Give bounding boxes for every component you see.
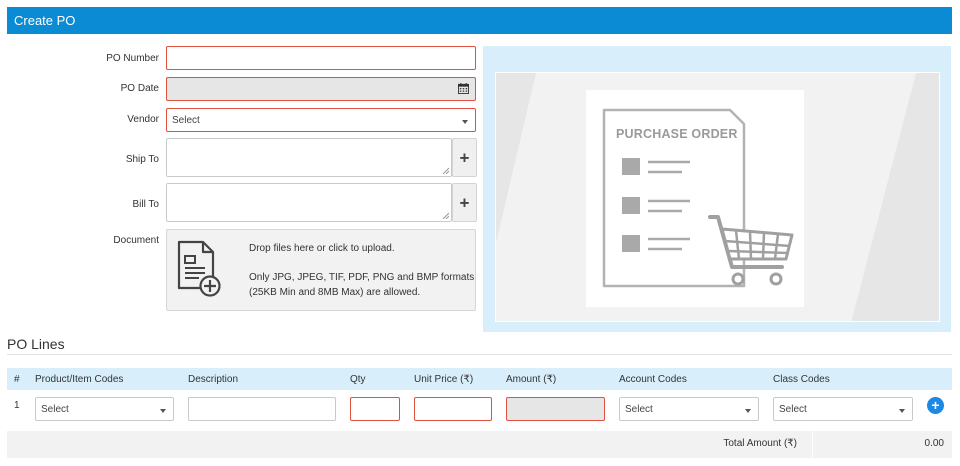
po-date-label: PO Date <box>120 83 159 94</box>
po-date-input[interactable] <box>166 77 476 101</box>
qty-input[interactable] <box>350 397 400 421</box>
account-code-select[interactable]: Select <box>619 397 759 421</box>
add-line-button[interactable]: + <box>927 397 944 414</box>
total-amount-value: 0.00 <box>924 438 944 449</box>
bill-to-label: Bill To <box>132 199 160 210</box>
po-preview-panel: PURCHASE ORDER <box>483 46 951 332</box>
chevron-down-icon <box>899 409 905 413</box>
add-bill-to-button[interactable]: + <box>452 183 477 222</box>
plus-icon: + <box>459 193 470 212</box>
column-header-amount: Amount (₹) <box>506 374 557 385</box>
upload-instruction: Drop files here or click to upload. <box>249 243 395 254</box>
column-header-unit-price: Unit Price (₹) <box>414 374 474 385</box>
calendar-icon[interactable] <box>458 83 469 94</box>
document-label: Document <box>113 235 159 246</box>
bill-to-textarea[interactable] <box>166 183 452 222</box>
upload-size-limits: (25KB Min and 8MB Max) are allowed. <box>249 287 421 298</box>
ship-to-label: Ship To <box>125 154 159 165</box>
amount-input <box>506 397 605 421</box>
po-number-label: PO Number <box>106 53 159 64</box>
illustration-title: PURCHASE ORDER <box>616 127 738 141</box>
add-ship-to-button[interactable]: + <box>452 138 477 177</box>
vendor-select[interactable]: Select <box>166 108 476 132</box>
total-divider <box>812 431 813 458</box>
class-select-value: Select <box>779 404 807 415</box>
product-select-value: Select <box>41 404 69 415</box>
chevron-down-icon <box>160 409 166 413</box>
vendor-label: Vendor <box>127 114 159 125</box>
total-amount-label: Total Amount (₹) <box>723 438 797 449</box>
upload-formats: Only JPG, JPEG, TIF, PDF, PNG and BMP fo… <box>249 272 475 283</box>
column-header-class-codes: Class Codes <box>773 374 830 385</box>
column-header-account-codes: Account Codes <box>619 374 687 385</box>
description-input[interactable] <box>188 397 336 421</box>
page-header: Create PO <box>7 7 952 34</box>
column-header-qty: Qty <box>350 374 366 385</box>
section-divider <box>7 354 952 355</box>
row-number: 1 <box>14 400 20 411</box>
vendor-select-value: Select <box>172 115 200 126</box>
document-dropzone[interactable]: Drop files here or click to upload. Only… <box>166 229 476 311</box>
product-code-select[interactable]: Select <box>35 397 174 421</box>
column-header-product: Product/Item Codes <box>35 374 124 385</box>
document-add-icon <box>177 240 221 297</box>
resize-handle-icon[interactable] <box>442 212 449 219</box>
shopping-cart-icon <box>708 215 794 286</box>
chevron-down-icon <box>462 120 468 124</box>
account-select-value: Select <box>625 404 653 415</box>
resize-handle-icon[interactable] <box>442 167 449 174</box>
chevron-down-icon <box>745 409 751 413</box>
column-header-description: Description <box>188 374 239 385</box>
total-bar <box>7 431 952 458</box>
po-illustration: PURCHASE ORDER <box>495 72 940 322</box>
po-lines-title: PO Lines <box>7 336 65 352</box>
po-number-input[interactable] <box>166 46 476 70</box>
ship-to-textarea[interactable] <box>166 138 452 177</box>
plus-circle-icon: + <box>931 397 940 413</box>
column-header-number: # <box>14 374 20 385</box>
page-title: Create PO <box>14 13 76 28</box>
plus-icon: + <box>459 148 470 167</box>
unit-price-input[interactable] <box>414 397 492 421</box>
class-code-select[interactable]: Select <box>773 397 913 421</box>
